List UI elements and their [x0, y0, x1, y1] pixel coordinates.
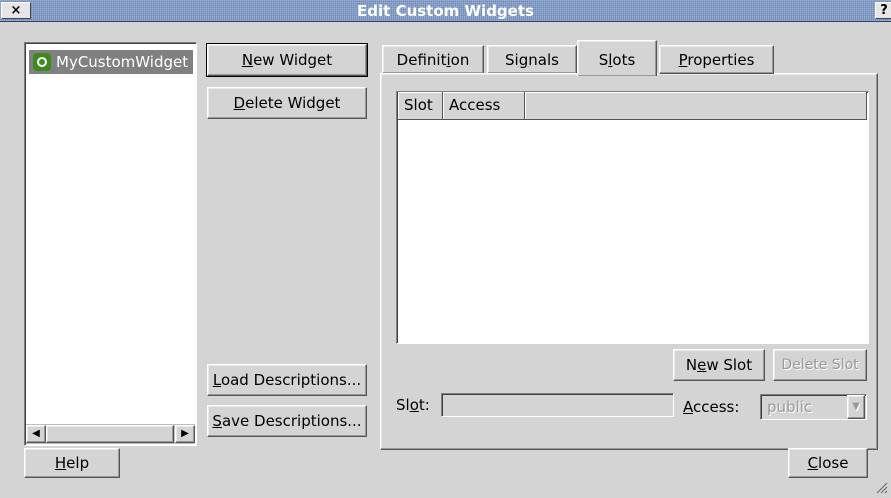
load-descriptions-button[interactable]: Load Descriptions...: [207, 364, 367, 396]
new-slot-label-pre: N: [685, 356, 698, 374]
load-descriptions-mnemonic: L: [212, 371, 221, 389]
slot-label-mnemonic: o: [409, 396, 419, 414]
tab-properties[interactable]: Properties: [659, 45, 774, 74]
slot-label-post: t:: [418, 396, 430, 414]
save-descriptions-mnemonic: S: [212, 412, 222, 430]
access-combobox-value: public: [767, 398, 813, 416]
help-button[interactable]: Help: [24, 448, 120, 478]
close-mnemonic: C: [807, 454, 819, 472]
tab-slots-label: ots: [612, 51, 636, 69]
new-slot-button[interactable]: New Slot: [673, 349, 765, 381]
list-horizontal-scrollbar[interactable]: ◀ ▶: [26, 424, 195, 444]
close-label: lose: [818, 454, 849, 472]
new-slot-mnemonic: e: [697, 356, 707, 374]
save-descriptions-button[interactable]: Save Descriptions...: [207, 405, 367, 437]
delete-widget-button[interactable]: Delete Widget: [207, 87, 367, 119]
tab-slots-label-pre: S: [598, 51, 609, 69]
tab-definition[interactable]: Definition: [382, 45, 484, 74]
new-widget-label: ew Widget: [253, 51, 333, 69]
tab-signals[interactable]: Signals: [487, 45, 577, 74]
delete-widget-mnemonic: D: [233, 94, 246, 112]
scroll-right-icon[interactable]: ▶: [175, 425, 195, 443]
scrollbar-thumb[interactable]: [46, 425, 174, 443]
tab-definition-label-pre: Definit: [396, 51, 447, 69]
column-header-filler: [525, 92, 867, 120]
slot-field-label: Slot:: [396, 393, 430, 417]
close-button[interactable]: Close: [788, 448, 868, 478]
list-item-label: MyCustomWidget: [56, 53, 189, 71]
help-label: elp: [66, 454, 90, 472]
tab-signals-label: nals: [528, 51, 559, 69]
new-widget-mnemonic: N: [241, 51, 254, 69]
help-mnemonic: H: [54, 454, 67, 472]
resize-grip-icon[interactable]: [874, 480, 888, 494]
window-title: Edit Custom Widgets: [357, 2, 534, 20]
list-item-mycustomwidget[interactable]: MyCustomWidget: [29, 50, 193, 74]
tab-signals-label-pre: Si: [505, 51, 519, 69]
column-header-access[interactable]: Access: [443, 92, 525, 120]
slot-field[interactable]: [441, 393, 674, 417]
slot-label-pre: Sl: [396, 396, 410, 414]
access-combobox[interactable]: public ▼: [760, 394, 867, 420]
slots-table[interactable]: Slot Access: [396, 91, 869, 344]
window-close-icon[interactable]: ×: [1, 2, 31, 19]
delete-slot-button[interactable]: Delete Slot: [773, 349, 867, 381]
tab-signals-mnemonic: g: [518, 51, 529, 69]
chevron-down-icon[interactable]: ▼: [847, 395, 865, 419]
load-descriptions-label: oad Descriptions...: [220, 371, 362, 389]
custom-widget-list[interactable]: MyCustomWidget ◀ ▶: [24, 42, 197, 446]
access-label-post: ccess:: [693, 398, 740, 416]
qt-q-icon: [33, 53, 51, 71]
window-help-icon[interactable]: ?: [875, 2, 891, 19]
new-slot-label: w Slot: [706, 356, 753, 374]
save-descriptions-label: ave Descriptions...: [221, 412, 362, 430]
access-label-mnemonic: A: [683, 398, 693, 416]
new-widget-button[interactable]: New Widget: [206, 43, 368, 77]
tab-definition-label: on: [450, 51, 470, 69]
column-header-slot[interactable]: Slot: [398, 92, 443, 120]
tab-slots[interactable]: Slots: [577, 40, 657, 76]
delete-widget-label: elete Widget: [245, 94, 341, 112]
access-field-label: Access:: [683, 395, 739, 419]
tab-properties-label: roperties: [687, 51, 755, 69]
scroll-left-icon[interactable]: ◀: [26, 425, 46, 443]
